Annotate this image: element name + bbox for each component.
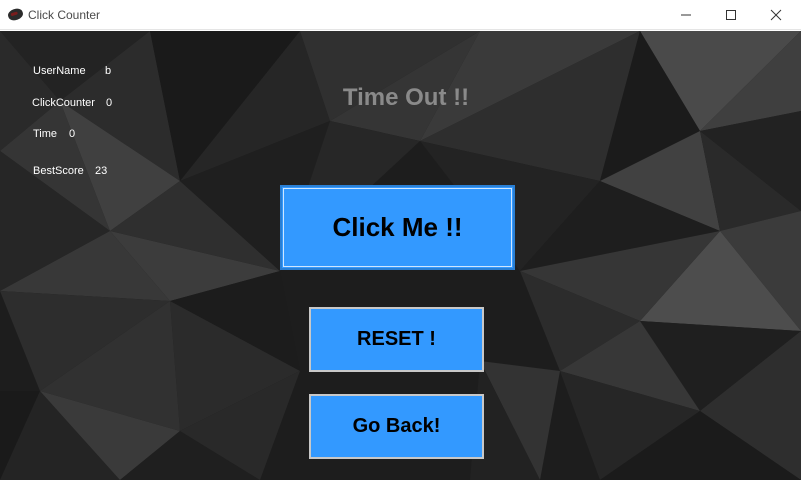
status-message: Time Out !! (342, 84, 470, 111)
bestscore-label: BestScore (33, 165, 84, 177)
window-title: Click Counter (28, 8, 101, 22)
bestscore-value: 23 (95, 165, 108, 177)
clickcounter-value: 0 (106, 97, 113, 109)
clickcounter-label: ClickCounter (32, 97, 95, 109)
reset-button[interactable]: RESET ! (309, 307, 484, 372)
username-value: b (105, 65, 112, 77)
click-me-button[interactable]: Click Me !! (280, 185, 515, 270)
username-label: UserName (33, 65, 86, 77)
go-back-button[interactable]: Go Back! (309, 394, 484, 459)
game-panel: UserName b ClickCounter 0 Time 0 BestSco… (0, 31, 801, 480)
minimize-button[interactable] (663, 0, 709, 30)
time-value: 0 (69, 128, 76, 140)
minimize-icon (681, 14, 691, 16)
title-bar[interactable]: Click Counter (0, 0, 801, 30)
maximize-button[interactable] (708, 0, 754, 30)
close-icon (770, 9, 782, 21)
time-label: Time (33, 128, 58, 140)
close-button[interactable] (753, 0, 799, 30)
mouse-icon (6, 6, 25, 23)
maximize-icon (726, 10, 736, 20)
